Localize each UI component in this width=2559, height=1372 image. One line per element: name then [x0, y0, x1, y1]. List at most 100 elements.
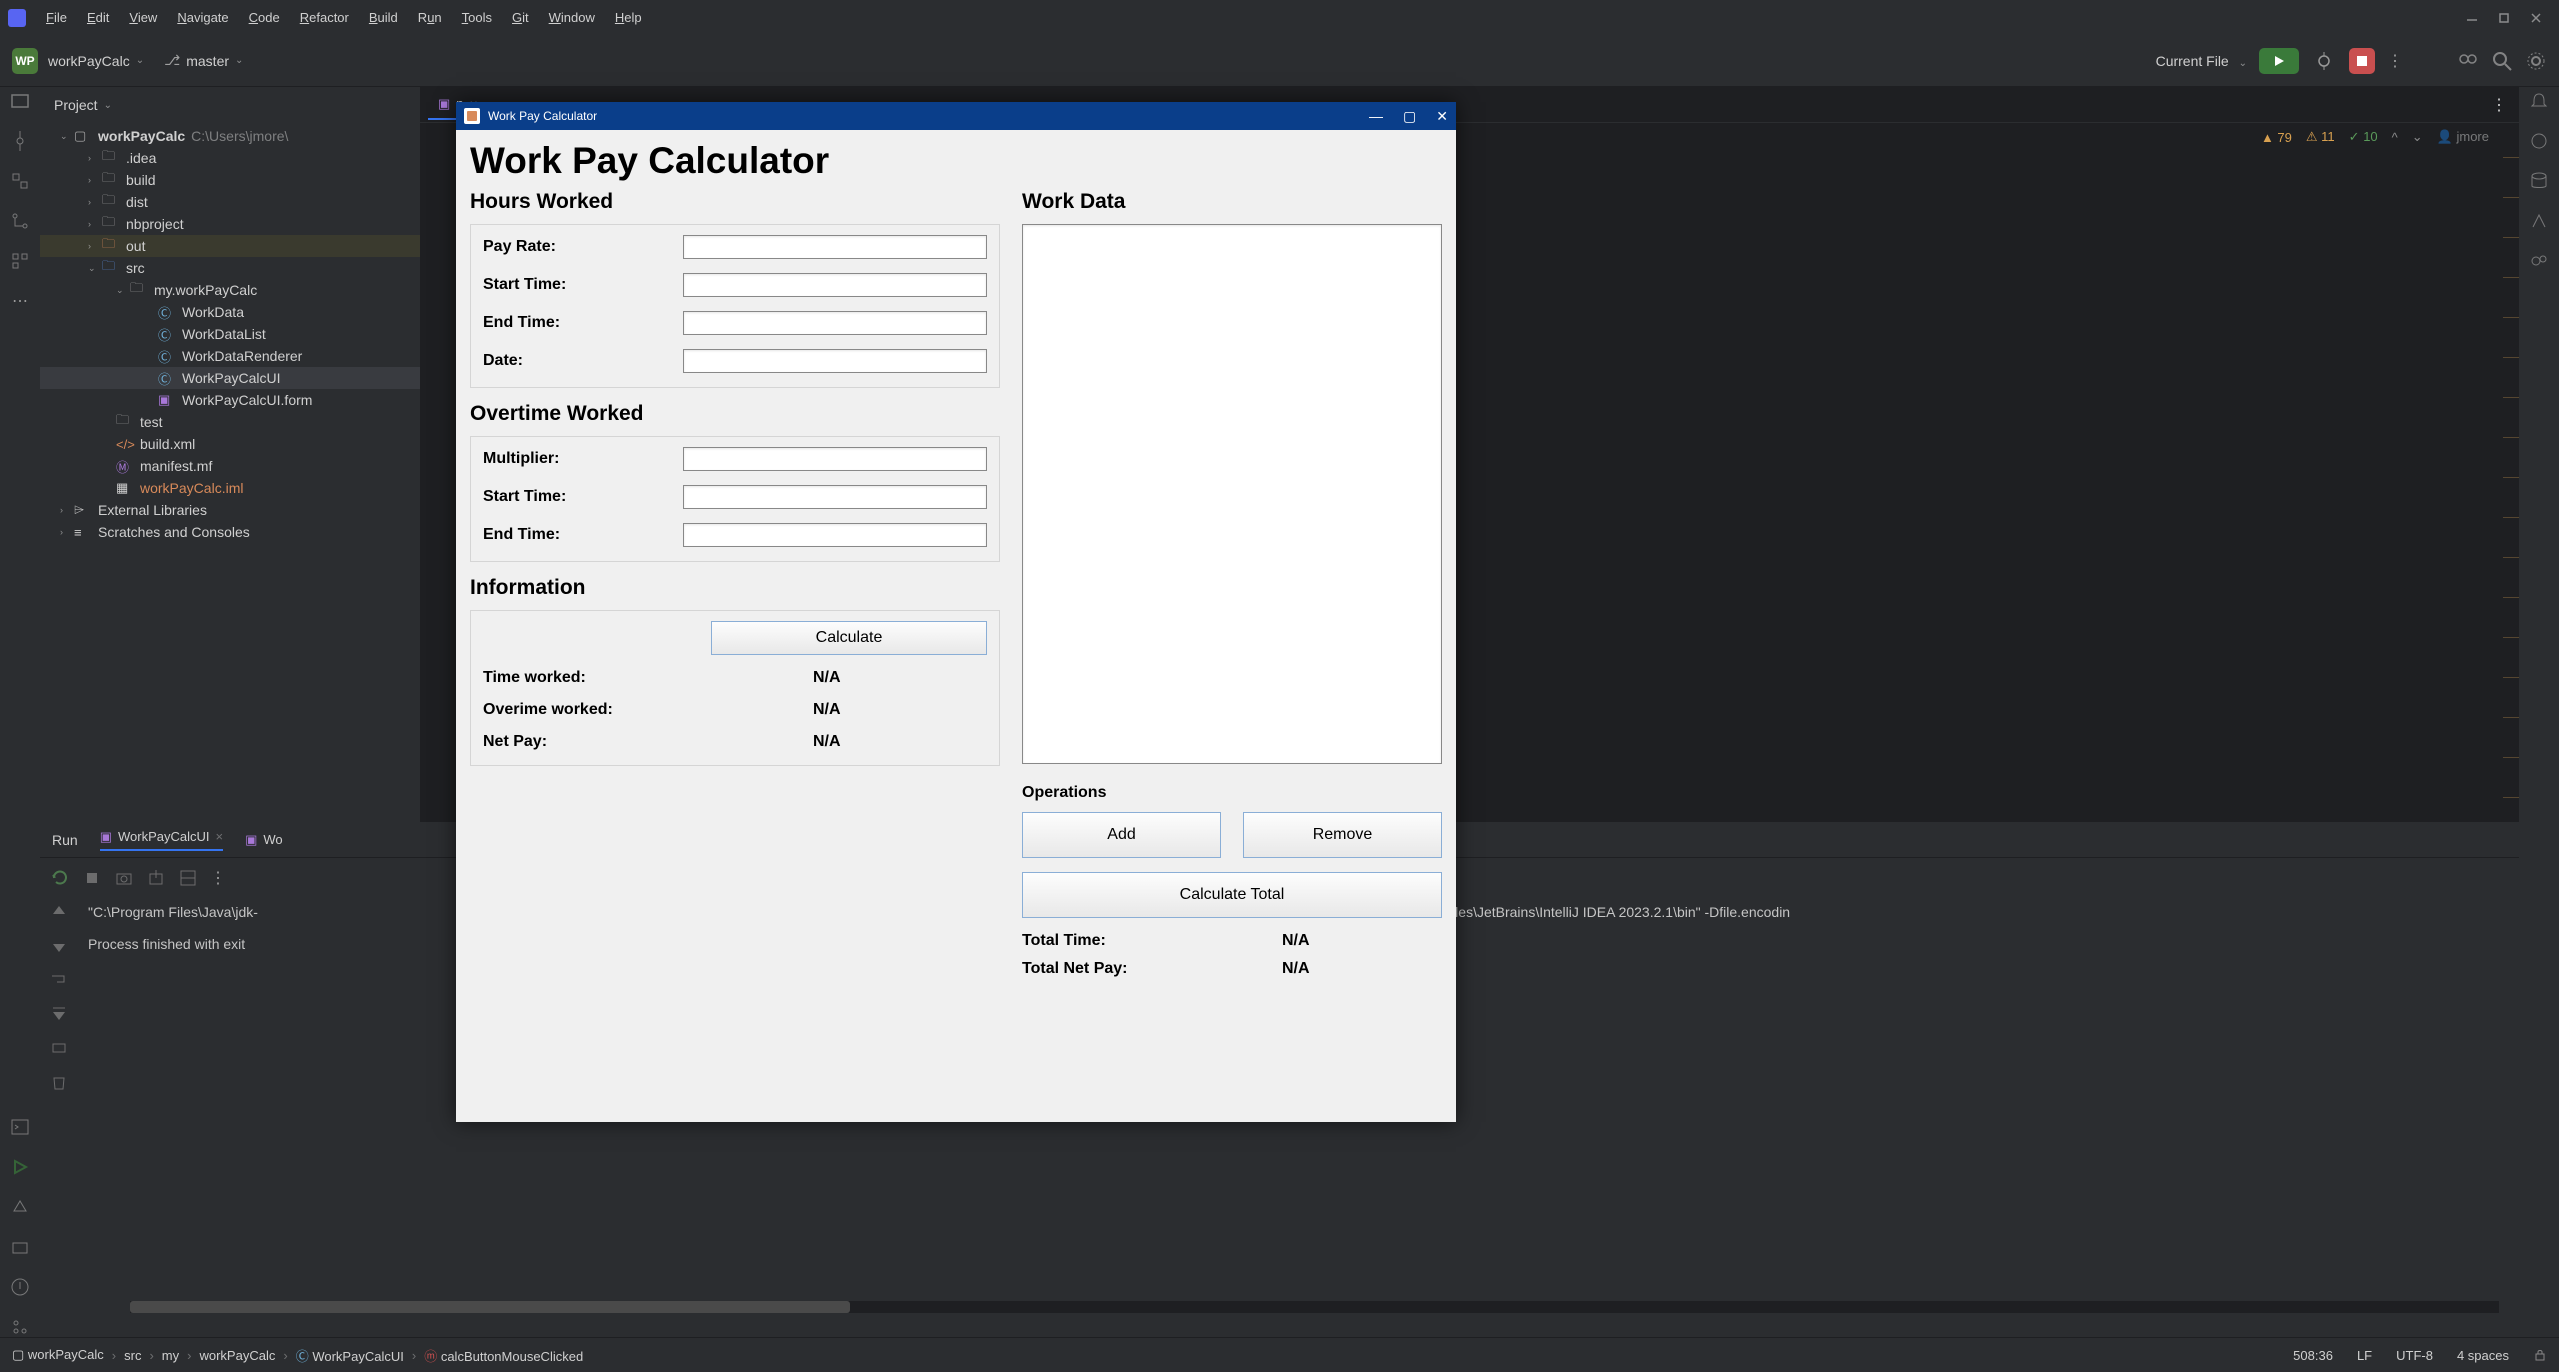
project-panel-header[interactable]: Project ⌄: [40, 87, 420, 123]
weak-warnings-count[interactable]: ⚠ 11: [2306, 129, 2335, 145]
structure-tool-icon[interactable]: [10, 171, 30, 191]
editor-minimap[interactable]: [2503, 151, 2519, 810]
tree-item[interactable]: ▣WorkPayCalcUI.form: [40, 389, 420, 411]
tree-item[interactable]: Ⓜmanifest.mf: [40, 455, 420, 477]
run-tool-icon[interactable]: [10, 1157, 30, 1177]
tree-item[interactable]: ›🗀out: [40, 235, 420, 257]
tree-item[interactable]: ›🗀build: [40, 169, 420, 191]
work-data-list[interactable]: [1022, 224, 1442, 764]
menu-window[interactable]: Window: [541, 6, 603, 29]
menu-build[interactable]: Build: [361, 6, 406, 29]
close-icon[interactable]: ×: [216, 829, 224, 844]
export-icon[interactable]: [146, 868, 166, 888]
tree-root[interactable]: ⌄▢workPayCalcC:\Users\jmore\: [40, 125, 420, 147]
code-with-me-icon[interactable]: [2457, 50, 2479, 72]
run-tab[interactable]: ▣WorkPayCalcUI×: [100, 829, 223, 851]
tree-item[interactable]: ⒸWorkDataRenderer: [40, 345, 420, 367]
maximize-icon[interactable]: ▢: [1403, 108, 1416, 125]
menu-run[interactable]: Run: [410, 6, 450, 29]
menu-code[interactable]: Code: [241, 6, 288, 29]
tree-item[interactable]: ›🗀dist: [40, 191, 420, 213]
up-icon[interactable]: [49, 902, 69, 922]
tree-item[interactable]: ⒸWorkData: [40, 301, 420, 323]
date-input[interactable]: [683, 349, 987, 373]
indent-config[interactable]: 4 spaces: [2457, 1348, 2509, 1363]
menu-view[interactable]: View: [121, 6, 165, 29]
git-branch[interactable]: ⎇ master ⌄: [164, 52, 243, 69]
maven-tool-icon[interactable]: [2529, 211, 2549, 231]
chevron-down-icon[interactable]: ⌄: [136, 55, 144, 66]
database-tool-icon[interactable]: [2529, 171, 2549, 191]
tree-item[interactable]: ⒸWorkDataList: [40, 323, 420, 345]
settings-icon[interactable]: [2525, 50, 2547, 72]
nav-up-icon[interactable]: ^: [2392, 130, 2398, 145]
rerun-icon[interactable]: [50, 868, 70, 888]
maximize-icon[interactable]: [2497, 11, 2511, 25]
terminal-tool-icon[interactable]: [10, 1117, 30, 1137]
breadcrumb[interactable]: workPayCalc: [199, 1348, 275, 1363]
more-icon[interactable]: ⋮: [210, 868, 226, 888]
tree-item[interactable]: ⌄🗀src: [40, 257, 420, 279]
nav-down-icon[interactable]: ⌄: [2412, 129, 2423, 145]
tree-item[interactable]: ›≡Scratches and Consoles: [40, 521, 420, 543]
down-icon[interactable]: [49, 936, 69, 956]
project-tool-icon[interactable]: [10, 91, 30, 111]
minimize-icon[interactable]: —: [1369, 108, 1383, 125]
typos-count[interactable]: ✓ 10: [2349, 129, 2378, 145]
tree-item[interactable]: ›⌲External Libraries: [40, 499, 420, 521]
trash-icon[interactable]: [49, 1072, 69, 1092]
gradle-tool-icon[interactable]: [2529, 251, 2549, 271]
multiplier-input[interactable]: [683, 447, 987, 471]
ot-end-time-input[interactable]: [683, 523, 987, 547]
pull-requests-icon[interactable]: [10, 211, 30, 231]
tree-item[interactable]: 🗀test: [40, 411, 420, 433]
add-button[interactable]: Add: [1022, 812, 1221, 858]
close-icon[interactable]: ✕: [1436, 108, 1448, 125]
tree-item[interactable]: ⌄🗀my.workPayCalc: [40, 279, 420, 301]
debug-tool-icon[interactable]: [10, 1237, 30, 1257]
calculate-total-button[interactable]: Calculate Total: [1022, 872, 1442, 918]
stop-button[interactable]: [2349, 48, 2375, 74]
menu-refactor[interactable]: Refactor: [292, 6, 357, 29]
line-separator[interactable]: LF: [2357, 1348, 2372, 1363]
more-icon[interactable]: ⋮: [2387, 51, 2403, 71]
run-configuration[interactable]: Current File ⌄: [2156, 53, 2247, 69]
file-encoding[interactable]: UTF-8: [2396, 1348, 2433, 1363]
calculate-button[interactable]: Calculate: [711, 621, 987, 655]
breadcrumb[interactable]: ▢ workPayCalc: [12, 1347, 104, 1363]
readonly-icon[interactable]: [2533, 1348, 2547, 1362]
breadcrumb[interactable]: src: [124, 1348, 141, 1363]
horizontal-scrollbar[interactable]: [130, 1301, 2499, 1313]
notifications-icon[interactable]: [2529, 91, 2549, 111]
tree-item[interactable]: ›🗀.idea: [40, 147, 420, 169]
soft-wrap-icon[interactable]: [49, 970, 69, 990]
menu-git[interactable]: Git: [504, 6, 537, 29]
warnings-count[interactable]: ▲ 79: [2261, 130, 2292, 145]
menu-help[interactable]: Help: [607, 6, 650, 29]
start-time-input[interactable]: [683, 273, 987, 297]
tree-item[interactable]: </>build.xml: [40, 433, 420, 455]
tree-item-selected[interactable]: ⒸWorkPayCalcUI: [40, 367, 420, 389]
stop-icon[interactable]: [82, 868, 102, 888]
pay-rate-input[interactable]: [683, 235, 987, 259]
dialog-titlebar[interactable]: Work Pay Calculator — ▢ ✕: [456, 102, 1456, 130]
services-tool-icon[interactable]: [10, 251, 30, 271]
problems-tool-icon[interactable]: [10, 1277, 30, 1297]
close-icon[interactable]: [2529, 11, 2543, 25]
caret-position[interactable]: 508:36: [2293, 1348, 2333, 1363]
camera-icon[interactable]: [114, 868, 134, 888]
build-tool-icon[interactable]: [10, 1197, 30, 1217]
breadcrumb[interactable]: ⓜ calcButtonMouseClicked: [424, 1346, 583, 1365]
layout-icon[interactable]: [178, 868, 198, 888]
run-button[interactable]: [2259, 48, 2299, 74]
run-tab[interactable]: ▣Wo: [245, 832, 283, 848]
more-icon[interactable]: ⋮: [2491, 95, 2507, 115]
scroll-to-end-icon[interactable]: [49, 1004, 69, 1024]
tree-item[interactable]: ▦workPayCalc.iml: [40, 477, 420, 499]
debug-button[interactable]: [2311, 48, 2337, 74]
minimize-icon[interactable]: [2465, 11, 2479, 25]
menu-file[interactable]: File: [38, 6, 75, 29]
print-icon[interactable]: [49, 1038, 69, 1058]
commit-tool-icon[interactable]: [10, 131, 30, 151]
tree-item[interactable]: ›🗀nbproject: [40, 213, 420, 235]
